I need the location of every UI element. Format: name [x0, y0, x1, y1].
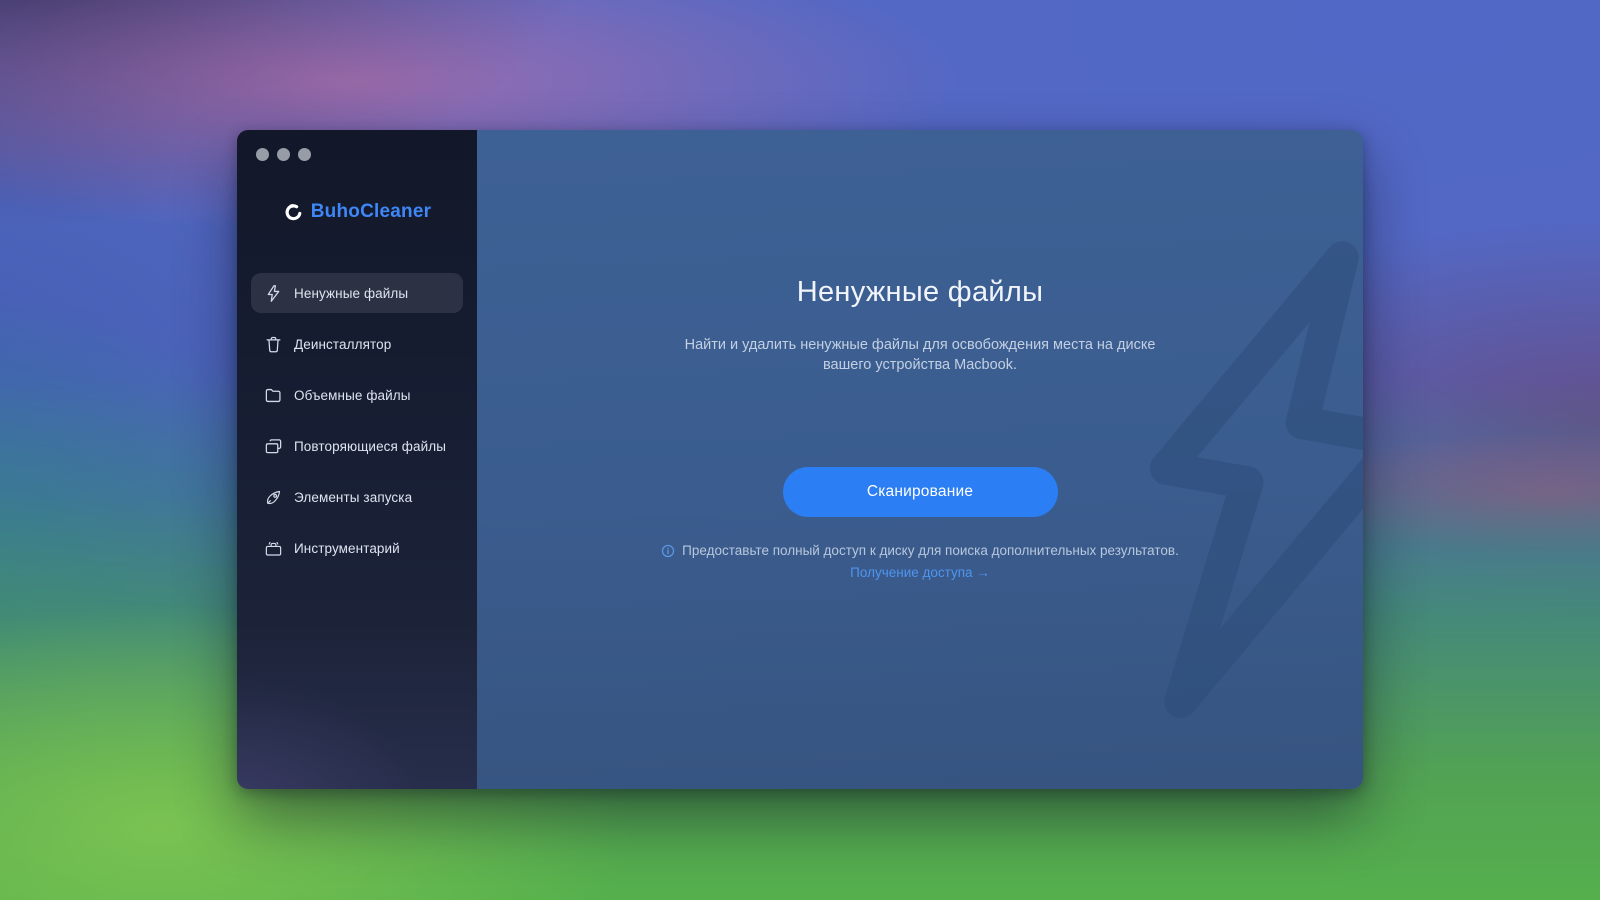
get-access-link[interactable]: Получение доступа → [850, 565, 990, 580]
info-icon [661, 544, 675, 558]
sidebar-item-label: Повторяющиеся файлы [294, 439, 446, 454]
sidebar-item-duplicate-files[interactable]: Повторяющиеся файлы [251, 426, 463, 466]
sidebar-item-label: Объемные файлы [294, 388, 411, 403]
sidebar-item-uninstaller[interactable]: Деинсталлятор [251, 324, 463, 364]
lightning-icon [264, 284, 283, 303]
sidebar-item-label: Деинсталлятор [294, 337, 391, 352]
full-disk-access-note: Предоставьте полный доступ к диску для п… [477, 543, 1363, 558]
main-content: Ненужные файлы Найти и удалить ненужные … [477, 130, 1363, 582]
trash-icon [264, 335, 283, 354]
app-logo-text: BuhoCleaner [311, 201, 431, 223]
sidebar-nav: Ненужные файлы Деинсталлятор Объемные файл… [251, 273, 463, 568]
buhocleaner-logo-icon [283, 202, 304, 223]
minimize-button[interactable] [277, 148, 290, 161]
close-button[interactable] [256, 148, 269, 161]
toolbox-icon [264, 539, 283, 558]
sidebar-item-label: Элементы запуска [294, 490, 412, 505]
sidebar: BuhoCleaner Ненужные файлы Деинсталлятор О… [237, 130, 477, 789]
sidebar-item-large-files[interactable]: Объемные файлы [251, 375, 463, 415]
full-disk-access-text: Предоставьте полный доступ к диску для п… [682, 543, 1179, 558]
sidebar-item-label: Ненужные файлы [294, 286, 408, 301]
sidebar-item-toolkit[interactable]: Инструментарий [251, 528, 463, 568]
zoom-button[interactable] [298, 148, 311, 161]
buhocleaner-window: BuhoCleaner Ненужные файлы Деинсталлятор О… [237, 130, 1363, 789]
sidebar-item-startup-items[interactable]: Элементы запуска [251, 477, 463, 517]
sidebar-item-label: Инструментарий [294, 541, 400, 556]
window-controls [251, 148, 463, 161]
scan-button[interactable]: Сканирование [783, 467, 1058, 517]
sidebar-item-junk-files[interactable]: Ненужные файлы [251, 273, 463, 313]
page-title: Ненужные файлы [477, 275, 1363, 309]
folder-icon [264, 386, 283, 405]
rocket-icon [264, 488, 283, 507]
page-subtitle: Найти и удалить ненужные файлы для освоб… [668, 336, 1173, 375]
app-logo: BuhoCleaner [251, 201, 463, 223]
duplicate-icon [264, 437, 283, 456]
main-pane: Ненужные файлы Найти и удалить ненужные … [477, 130, 1363, 789]
